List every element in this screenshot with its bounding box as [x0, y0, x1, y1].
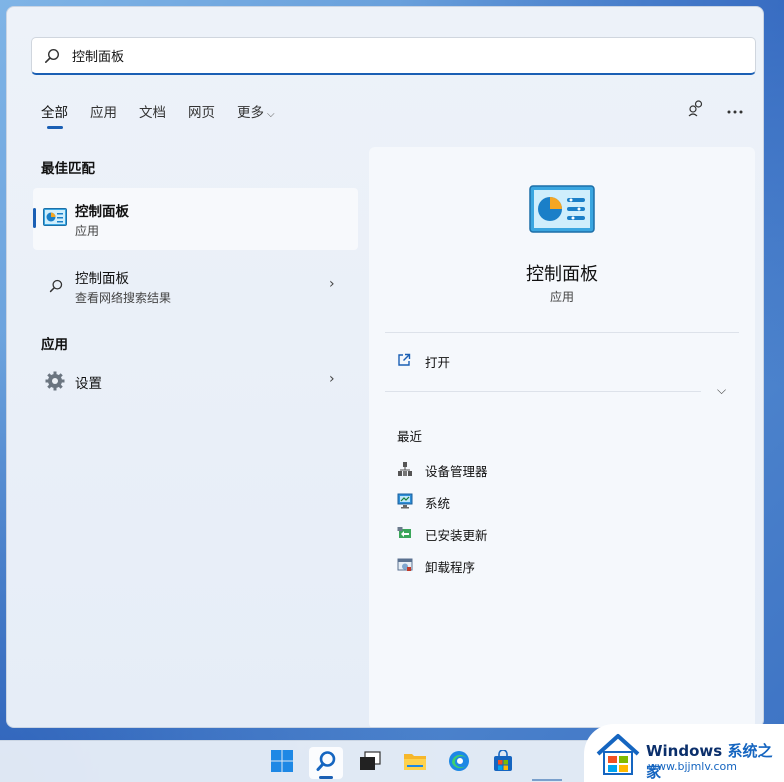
tab-more-label: 更多	[237, 105, 264, 121]
divider	[385, 391, 701, 392]
taskbar-store-button[interactable]	[486, 747, 520, 779]
control-panel-icon	[43, 208, 67, 232]
open-action[interactable]: 打开	[397, 352, 450, 371]
search-icon	[315, 750, 337, 776]
device-manager-icon	[397, 461, 413, 480]
best-match-heading: 最佳匹配	[41, 161, 95, 177]
store-bag-icon	[492, 749, 514, 776]
app-item-settings-label: 设置	[75, 376, 102, 392]
tab-more[interactable]: 更多 ⌵	[237, 101, 275, 121]
taskbar-task-view-button[interactable]	[353, 747, 387, 779]
best-match-item[interactable]: 控制面板 应用	[33, 188, 358, 250]
best-match-title: 控制面板	[75, 204, 129, 220]
taskbar-running-indicator	[532, 779, 562, 781]
tab-apps[interactable]: 应用	[90, 101, 117, 121]
windows-logo-icon	[271, 750, 293, 776]
detail-subtitle: 应用	[549, 290, 574, 304]
recent-item-label: 已安装更新	[425, 528, 488, 543]
recent-item-label: 设备管理器	[425, 464, 488, 479]
chevron-right-icon: ›	[329, 276, 335, 292]
open-label: 打开	[425, 355, 451, 370]
app-item-settings[interactable]: 设置 ›	[33, 363, 358, 399]
start-search-panel: 全部 应用 文档 网页 更多⌵ 最佳匹配 控制面板 应用 控制面板 查看网络搜索…	[6, 6, 764, 728]
recent-item-uninstall-program[interactable]: 卸载程序	[397, 557, 475, 576]
task-view-icon	[359, 751, 381, 775]
best-match-subtitle: 应用	[75, 224, 100, 238]
divider	[385, 332, 739, 333]
recent-heading: 最近	[397, 429, 423, 444]
search-box[interactable]	[31, 37, 756, 75]
expand-chevron-icon[interactable]: ⌵	[717, 383, 726, 398]
recent-item-installed-updates[interactable]: 已安装更新	[397, 525, 488, 544]
uninstall-program-icon	[397, 557, 413, 576]
tab-all[interactable]: 全部	[41, 101, 68, 121]
gear-icon	[45, 371, 65, 395]
apps-heading: 应用	[41, 337, 68, 353]
recent-item-system[interactable]: 系统	[397, 493, 450, 512]
tab-documents[interactable]: 文档	[139, 101, 166, 121]
edge-browser-icon	[448, 750, 470, 776]
watermark-brand-en: Windows	[646, 742, 723, 760]
tab-web[interactable]: 网页	[188, 101, 215, 121]
more-options-icon[interactable]	[727, 103, 743, 118]
folder-icon	[403, 751, 427, 775]
recent-item-label: 系统	[425, 496, 451, 511]
chevron-right-icon: ›	[329, 371, 335, 387]
search-input[interactable]	[72, 48, 755, 63]
taskbar-start-button[interactable]	[265, 747, 299, 779]
taskbar-search-button[interactable]	[309, 747, 343, 779]
detail-title: 控制面板	[526, 264, 598, 285]
site-watermark: Windows 系统之家 www.bjjmlv.com	[584, 724, 784, 782]
active-indicator	[319, 776, 333, 779]
house-logo-icon	[594, 732, 642, 780]
detail-pane: 控制面板 应用 打开 ⌵ 最近 设备管理器 系统 已安装更新 卸载程序	[369, 147, 755, 727]
taskbar-file-explorer-button[interactable]	[398, 747, 432, 779]
search-icon	[32, 48, 72, 64]
system-icon	[397, 493, 413, 512]
open-external-icon	[397, 353, 411, 371]
search-icon	[49, 279, 63, 297]
account-switch-icon[interactable]	[687, 99, 705, 121]
web-result-title: 控制面板	[75, 271, 129, 287]
web-result-item[interactable]: 控制面板 查看网络搜索结果 ›	[33, 259, 358, 311]
recent-item-device-manager[interactable]: 设备管理器	[397, 461, 488, 480]
installed-updates-icon	[397, 525, 413, 544]
panel-toolbar	[687, 99, 743, 121]
web-result-subtitle: 查看网络搜索结果	[75, 291, 172, 305]
watermark-url: www.bjjmlv.com	[648, 760, 737, 773]
filter-tabs: 全部 应用 文档 网页 更多 ⌵	[41, 101, 297, 121]
taskbar-edge-button[interactable]	[442, 747, 476, 779]
chevron-down-icon: ⌵	[267, 109, 275, 120]
selection-indicator	[33, 208, 36, 228]
recent-item-label: 卸载程序	[425, 560, 476, 575]
control-panel-large-icon	[529, 185, 595, 239]
